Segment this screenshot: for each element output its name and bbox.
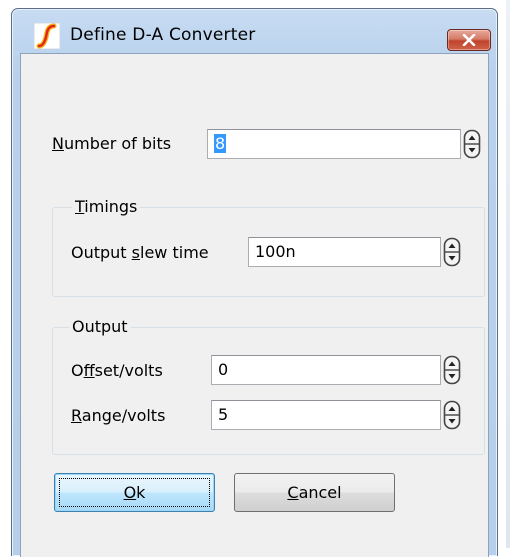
window-title: Define D-A Converter	[70, 25, 256, 45]
number-of-bits-spinner[interactable]	[463, 129, 481, 159]
selected-text: 8	[214, 134, 227, 153]
output-slew-time-spinner[interactable]	[443, 237, 461, 267]
output-group-title: Output	[69, 317, 131, 336]
focus-rectangle	[59, 478, 210, 507]
output-slew-time-input[interactable]: 100n	[248, 237, 441, 267]
offset-volts-input[interactable]: 0	[211, 355, 441, 385]
range-volts-input[interactable]: 5	[211, 400, 441, 430]
output-slew-time-label: Output slew time	[71, 243, 209, 262]
timings-group-title: Timings	[72, 197, 141, 216]
number-of-bits-input[interactable]: 8	[207, 129, 461, 159]
number-of-bits-label: Number of bits	[52, 134, 172, 153]
range-volts-spinner[interactable]	[443, 400, 461, 430]
offset-volts-label: Offset/volts	[71, 361, 163, 380]
close-icon	[462, 34, 476, 46]
offset-volts-spinner[interactable]	[443, 355, 461, 385]
close-button[interactable]	[447, 29, 491, 51]
simetrix-logo-icon	[33, 22, 61, 50]
output-group	[52, 327, 485, 455]
ok-button[interactable]: Ok	[54, 473, 215, 512]
dialog-client-area: Number of bits 8 Timings Output slew tim…	[20, 53, 489, 557]
title-bar[interactable]: Define D-A Converter	[12, 9, 497, 53]
range-volts-label: Range/volts	[71, 406, 166, 425]
cancel-button[interactable]: Cancel	[234, 473, 395, 512]
desktop-background	[498, 0, 512, 548]
dialog-window: Define D-A Converter Number of bits 8 Ti…	[11, 8, 498, 557]
